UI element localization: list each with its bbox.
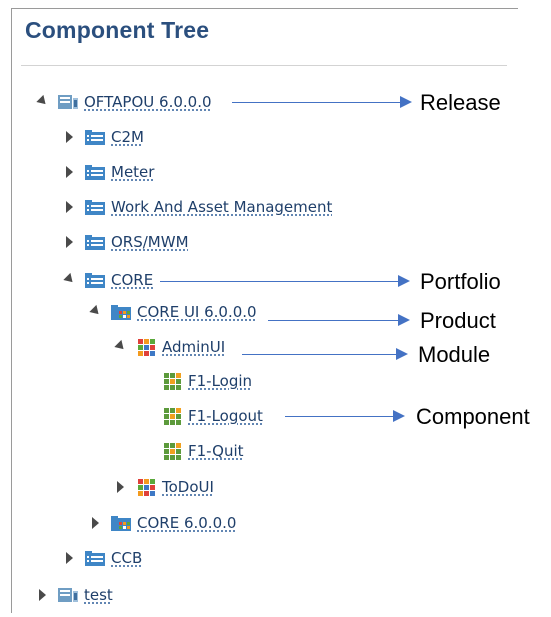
module-icon (135, 338, 157, 356)
tree-node-label: OFTAPOU 6.0.0.0 (84, 93, 212, 111)
tree-node-label: C2M (111, 128, 144, 146)
collapse-icon[interactable] (62, 272, 77, 287)
tree-node-c2m[interactable]: C2M (62, 125, 144, 149)
release-icon (57, 93, 79, 111)
portfolio-arrowhead (398, 275, 410, 287)
tree-node-meter[interactable]: Meter (62, 160, 154, 184)
tree-node-core[interactable]: CORE (62, 268, 153, 292)
component-arrowhead (393, 410, 405, 422)
tree-node-label: CCB (111, 549, 143, 567)
module-arrowhead (396, 348, 408, 360)
tree-node-label: Work And Asset Management (111, 198, 333, 216)
release-icon (57, 586, 79, 604)
module-callout-label: Module (418, 342, 491, 367)
expand-icon[interactable] (113, 480, 127, 494)
component-arrow-line (285, 416, 395, 417)
title-divider (21, 65, 507, 66)
component-callout-label: Component (416, 404, 530, 429)
module-arrow-line (242, 354, 398, 355)
component-icon (161, 372, 183, 390)
tree-node-adminui[interactable]: AdminUI (113, 335, 225, 359)
expand-icon[interactable] (62, 551, 76, 565)
portfolio-folder-icon (84, 198, 106, 216)
tree-node-ccb[interactable]: CCB (62, 546, 142, 570)
collapse-icon[interactable] (113, 339, 128, 354)
tree-node-ors-mwm[interactable]: ORS/MWM (62, 230, 189, 254)
panel-title: Component Tree (25, 17, 210, 43)
release-arrowhead (400, 96, 412, 108)
tree-node-label: Meter (111, 163, 155, 181)
component-icon (161, 407, 183, 425)
tree-node-label: test (84, 586, 113, 604)
tree-node-f1-login[interactable]: F1-Login (139, 369, 252, 393)
portfolio-folder-icon (84, 549, 106, 567)
expand-icon[interactable] (35, 588, 49, 602)
tree-node-core-600[interactable]: CORE 6.0.0.0 (88, 511, 236, 535)
portfolio-folder-icon (84, 271, 106, 289)
tree-node-f1-logout[interactable]: F1-Logout (139, 404, 263, 428)
tree-node-label: CORE 6.0.0.0 (137, 514, 237, 532)
tree-node-f1-quit[interactable]: F1-Quit (139, 439, 244, 463)
portfolio-folder-icon (84, 233, 106, 251)
module-icon (135, 478, 157, 496)
tree-node-label: CORE (111, 271, 154, 289)
collapse-icon[interactable] (88, 304, 103, 319)
tree-node-release[interactable]: OFTAPOU 6.0.0.0 (35, 90, 212, 114)
expand-icon[interactable] (62, 165, 76, 179)
tree-node-label: ToDoUI (162, 478, 214, 496)
tree-node-label: F1-Login (188, 372, 253, 390)
expand-icon[interactable] (62, 235, 76, 249)
expand-icon[interactable] (62, 200, 76, 214)
release-arrow-line (232, 102, 402, 103)
tree-node-work-and-asset-management[interactable]: Work And Asset Management (62, 195, 332, 219)
product-arrowhead (398, 314, 410, 326)
product-arrow-line (268, 320, 400, 321)
portfolio-callout-label: Portfolio (420, 269, 501, 294)
tree-node-label: CORE UI 6.0.0.0 (137, 303, 257, 321)
portfolio-folder-icon (84, 128, 106, 146)
portfolio-arrow-line (160, 281, 400, 282)
portfolio-folder-icon (84, 163, 106, 181)
expand-icon[interactable] (88, 516, 102, 530)
tree-node-label: ORS/MWM (111, 233, 189, 251)
tree-node-todoui[interactable]: ToDoUI (113, 475, 214, 499)
tree-node-label: AdminUI (162, 338, 226, 356)
product-icon (110, 514, 132, 532)
component-icon (161, 442, 183, 460)
collapse-icon[interactable] (35, 94, 50, 109)
tree-node-label: F1-Quit (188, 442, 244, 460)
product-icon (110, 303, 132, 321)
tree-node-core-ui[interactable]: CORE UI 6.0.0.0 (88, 300, 257, 324)
product-callout-label: Product (420, 308, 496, 333)
tree-node-test[interactable]: test (35, 583, 113, 607)
expand-icon[interactable] (62, 130, 76, 144)
tree-node-label: F1-Logout (188, 407, 263, 425)
release-callout-label: Release (420, 90, 501, 115)
